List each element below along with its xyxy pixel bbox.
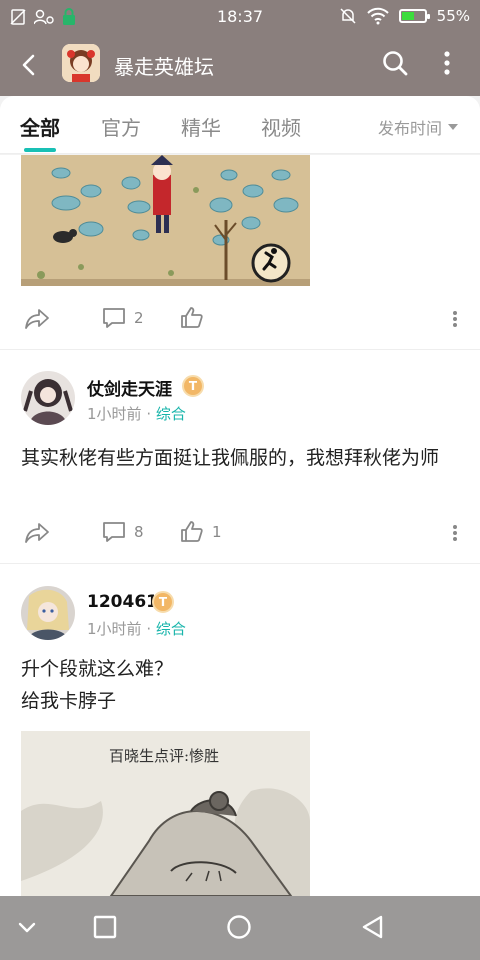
tab-video[interactable]: 视频	[261, 112, 301, 141]
post-time: 1小时前	[87, 405, 142, 423]
post-image-game-scene[interactable]	[21, 155, 310, 286]
sort-dropdown[interactable]: 发布时间	[378, 115, 458, 139]
comment-icon	[103, 308, 125, 328]
divider	[0, 563, 480, 564]
app-bar: 暴走英雄坛	[0, 34, 480, 96]
user-avatar[interactable]	[21, 586, 75, 640]
tab-featured[interactable]: 精华	[181, 112, 221, 141]
user-avatar[interactable]	[21, 371, 75, 425]
post-more-icon[interactable]	[452, 524, 458, 542]
post-more-icon[interactable]	[452, 310, 458, 328]
meta-separator: ·	[146, 405, 152, 423]
post-category[interactable]: 综合	[156, 620, 186, 638]
back-triangle-icon[interactable]	[358, 912, 388, 942]
tab-all[interactable]: 全部	[20, 112, 60, 141]
system-nav-bar	[0, 896, 480, 960]
post-meta: 1小时前 · 综合	[87, 618, 186, 639]
thumbs-up-icon	[181, 307, 203, 328]
post-image-comic[interactable]: 百晓生点评:惨胜	[21, 731, 310, 896]
battery-icon	[398, 9, 430, 23]
post-text-line[interactable]: 升个段就这么难？	[21, 654, 461, 684]
forum-avatar[interactable]	[62, 44, 100, 82]
meta-separator: ·	[146, 620, 152, 638]
share-icon	[25, 523, 49, 543]
share-icon	[25, 309, 49, 329]
forum-title: 暴走英雄坛	[114, 55, 214, 79]
back-arrow-icon[interactable]	[12, 48, 46, 82]
comment-count: 8	[134, 523, 144, 541]
level-badge: T	[152, 591, 174, 613]
like-count: 1	[212, 523, 222, 541]
chevron-down-icon[interactable]	[12, 912, 42, 942]
post-actions: 8 1	[0, 512, 480, 552]
wifi-icon	[366, 7, 389, 25]
post-time: 1小时前	[87, 620, 142, 638]
status-bar: 18:37 55%	[0, 0, 480, 34]
thumbs-up-icon	[181, 521, 203, 542]
recent-apps-icon[interactable]	[90, 912, 120, 942]
more-vertical-icon[interactable]	[440, 48, 454, 78]
comment-count: 2	[134, 309, 144, 327]
like-button[interactable]: 1	[180, 520, 222, 544]
post-actions: 2	[0, 298, 480, 338]
home-icon[interactable]	[224, 912, 254, 942]
divider	[0, 349, 480, 350]
username[interactable]: 120461	[87, 592, 158, 612]
dropdown-triangle-icon	[448, 124, 458, 130]
post-category[interactable]: 综合	[156, 405, 186, 423]
tab-bar: 全部 官方 精华 视频 发布时间	[0, 96, 480, 154]
share-button[interactable]	[24, 520, 50, 544]
share-button[interactable]	[24, 306, 58, 330]
status-right-icons: 55%	[339, 7, 470, 25]
post-feed[interactable]: 2 仗剑走天涯 T 1小时前 · 综合 其实秋佬有些方面挺让我佩服的，我想拜秋佬…	[0, 155, 480, 896]
comment-button[interactable]: 8	[102, 520, 144, 544]
post-meta: 1小时前 · 综合	[87, 403, 186, 424]
level-badge: T	[182, 375, 204, 397]
mute-icon	[340, 8, 356, 24]
active-tab-indicator	[24, 148, 56, 152]
post-text-line[interactable]: 给我卡脖子	[21, 686, 461, 716]
sort-label: 发布时间	[377, 119, 442, 138]
comment-icon	[103, 522, 125, 542]
post-text[interactable]: 其实秋佬有些方面挺让我佩服的，我想拜秋佬为师	[21, 443, 461, 473]
battery-percent: 55%	[436, 7, 470, 25]
comic-caption: 百晓生点评:惨胜	[109, 747, 220, 765]
tab-official[interactable]: 官方	[101, 112, 141, 141]
comment-button[interactable]: 2	[102, 306, 144, 330]
like-button[interactable]	[180, 306, 212, 330]
search-icon[interactable]	[380, 48, 410, 78]
username[interactable]: 仗剑走天涯	[87, 375, 172, 400]
